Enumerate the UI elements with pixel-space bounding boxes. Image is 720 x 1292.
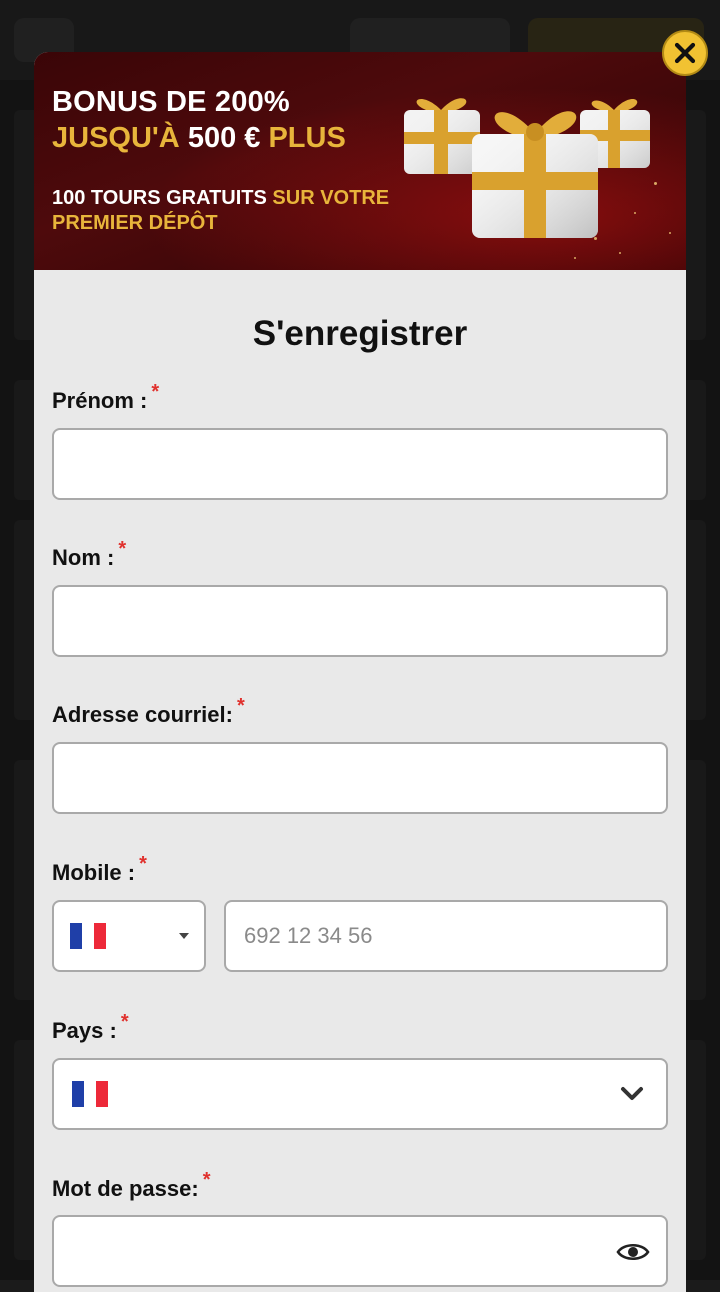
mobile-number-input[interactable] [226, 902, 666, 970]
required-marker: * [120, 1011, 129, 1033]
country-label: Pays : * [52, 1011, 129, 1044]
sparkle [574, 257, 576, 259]
bonus-headline: BONUS DE 200% [52, 86, 290, 118]
france-flag-icon [72, 1081, 108, 1107]
password-label: Mot de passe: * [52, 1169, 211, 1202]
show-password-eye-icon[interactable] [616, 1241, 650, 1263]
bonus-banner: BONUS DE 200% JUSQU'À 500 € PLUS 100 TOU… [34, 52, 686, 270]
phone-country-select[interactable] [52, 900, 206, 972]
mobile-number-field [224, 900, 668, 972]
first-name-label-text: Prénom : [52, 388, 148, 413]
mobile-label: Mobile : * [52, 853, 147, 886]
france-flag-icon [70, 923, 106, 949]
required-marker: * [139, 853, 147, 875]
sparkle [669, 232, 671, 234]
email-label-text: Adresse courriel: [52, 702, 233, 727]
registration-modal: BONUS DE 200% JUSQU'À 500 € PLUS 100 TOU… [34, 52, 686, 1292]
gift-box-icon [472, 111, 598, 238]
caret-down-icon [179, 933, 189, 939]
password-label-text: Mot de passe: [52, 1176, 199, 1201]
bonus-subheadline-part: JUSQU'À [52, 122, 188, 154]
email-label: Adresse courriel: * [52, 695, 245, 728]
email-input[interactable] [54, 744, 666, 812]
required-marker: * [236, 695, 245, 717]
last-name-label: Nom : * [52, 538, 126, 571]
last-name-input[interactable] [54, 587, 666, 655]
country-select[interactable] [52, 1058, 668, 1130]
bonus-subheadline: JUSQU'À 500 € PLUS [52, 122, 346, 155]
required-marker: * [118, 538, 127, 560]
bonus-subheadline-part: PLUS [260, 122, 346, 154]
last-name-field [52, 585, 668, 657]
first-name-field [52, 428, 668, 500]
password-input[interactable] [54, 1217, 666, 1285]
bonus-free-spins: 100 TOURS GRATUITS SUR VOTRE PREMIER DÉP… [52, 186, 412, 236]
sparkle [654, 182, 657, 185]
chevron-down-icon [621, 1087, 643, 1100]
last-name-label-text: Nom : [52, 545, 115, 570]
free-spins-text: 100 TOURS GRATUITS [52, 187, 273, 209]
close-button[interactable] [662, 30, 708, 76]
close-icon [674, 42, 696, 64]
first-name-label: Prénom : * [52, 381, 159, 414]
sparkle [619, 252, 621, 254]
bonus-amount: 500 € [187, 122, 261, 154]
password-field [52, 1215, 668, 1287]
required-marker: * [151, 381, 160, 403]
page-title: S'enregistrer [252, 314, 468, 353]
first-name-input[interactable] [54, 430, 666, 498]
country-label-text: Pays : [52, 1018, 117, 1043]
required-marker: * [202, 1169, 211, 1191]
mobile-label-text: Mobile : [52, 860, 136, 885]
sparkle [634, 212, 636, 214]
email-field [52, 742, 668, 814]
